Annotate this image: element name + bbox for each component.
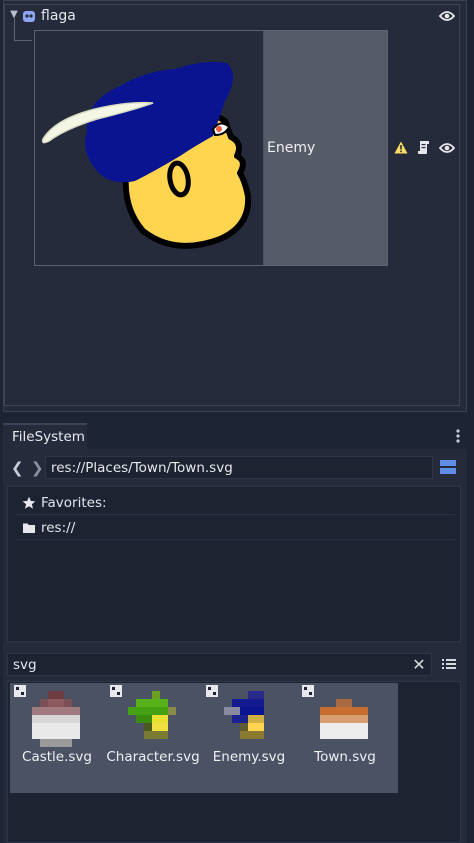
folder-icon	[23, 523, 35, 533]
collapse-arrow-icon[interactable]: ▼	[8, 9, 20, 21]
tab-label: FileSystem	[12, 429, 85, 445]
visibility-eye-icon[interactable]	[439, 142, 455, 154]
path-field[interactable]	[45, 456, 433, 479]
script-icon[interactable]	[417, 140, 430, 155]
scene-node-label[interactable]: flaga	[41, 8, 76, 24]
list-view-icon[interactable]	[441, 656, 457, 672]
star-icon	[22, 496, 36, 509]
node-2d-icon	[23, 11, 35, 22]
town-thumbnail	[320, 699, 368, 739]
character-thumbnail	[128, 691, 176, 739]
visibility-eye-icon[interactable]	[439, 10, 455, 22]
warning-icon[interactable]	[394, 141, 408, 154]
tree-item-res[interactable]: res://	[15, 516, 455, 540]
enemy-character-image	[41, 61, 252, 249]
tree-item-label: Favorites:	[41, 495, 107, 511]
file-name: Castle.svg	[22, 749, 92, 765]
file-name: Enemy.svg	[212, 749, 286, 765]
dock-menu-icon[interactable]	[451, 427, 465, 445]
file-item-enemy[interactable]: Enemy.svg	[202, 685, 296, 785]
file-item-castle[interactable]: Castle.svg	[10, 685, 104, 785]
forward-arrow-icon[interactable]: ❯	[31, 459, 44, 477]
tree-connector	[14, 40, 32, 41]
file-name: Town.svg	[314, 749, 376, 765]
tree-item-favorites[interactable]: Favorites:	[15, 491, 455, 515]
file-name: Character.svg	[106, 749, 200, 765]
clear-icon[interactable]: ✕	[411, 655, 427, 674]
drag-preview[interactable]: Enemy	[34, 30, 388, 266]
split-layout-icon[interactable]	[439, 458, 457, 476]
file-item-character[interactable]: Character.svg	[106, 685, 200, 785]
castle-thumbnail	[32, 691, 80, 747]
preview-node-label: Enemy	[267, 140, 316, 156]
tab-filesystem[interactable]: FileSystem	[3, 423, 87, 449]
enemy-thumbnail	[224, 691, 264, 739]
enemy-texture-thumbnail	[35, 31, 264, 265]
file-item-town[interactable]: Town.svg	[298, 685, 392, 785]
tree-connector	[14, 18, 15, 40]
file-filter-input[interactable]	[7, 653, 432, 676]
back-arrow-icon[interactable]: ❮	[11, 459, 24, 477]
tree-item-label: res://	[41, 520, 76, 536]
